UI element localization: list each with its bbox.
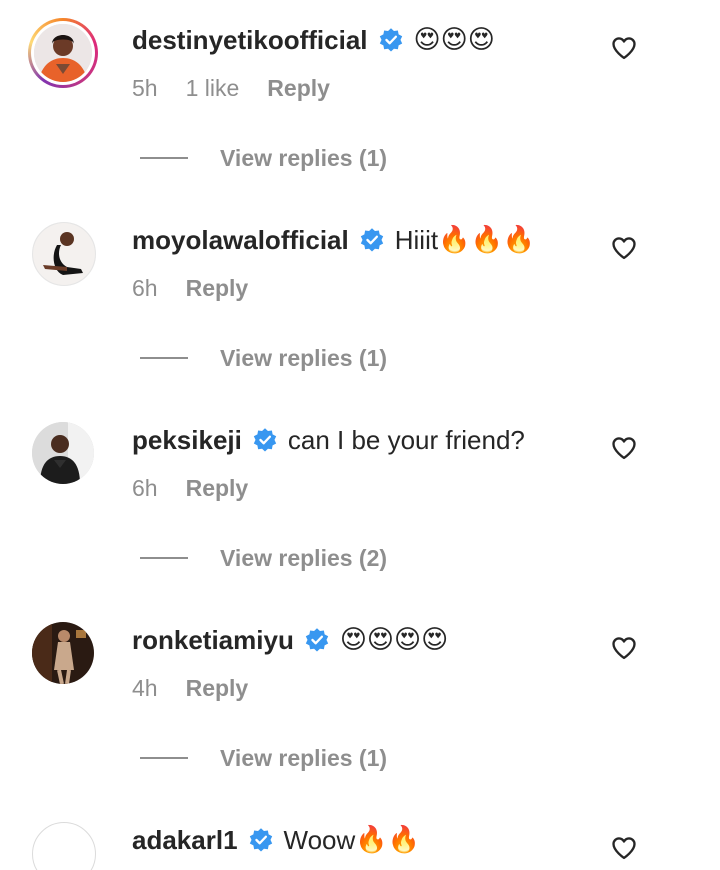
heart-outline-icon[interactable] — [610, 34, 638, 62]
view-replies-row[interactable]: View replies (1) — [140, 140, 387, 176]
replies-divider — [140, 357, 188, 359]
comment-emoji: 🔥🔥 — [355, 825, 421, 855]
comment-item: moyolawalofficial Hiiit 🔥🔥🔥 6h Reply Vie… — [0, 200, 720, 400]
timestamp: 4h — [132, 674, 158, 701]
username[interactable]: adakarl1 — [132, 825, 238, 856]
reply-button[interactable]: Reply — [186, 675, 249, 702]
comment-text: can I be your friend? — [287, 424, 525, 455]
verified-badge-icon — [253, 428, 277, 452]
comment-text: Hiiit — [394, 224, 439, 255]
comment-meta: 6h Reply — [132, 270, 248, 306]
comment-meta: 5h 1 like Reply — [132, 70, 330, 106]
comment-emoji: 😍😍😍 — [413, 25, 495, 55]
view-replies-row[interactable]: View replies (1) — [140, 740, 387, 776]
comment-item: adakarl1 Woow 🔥🔥 — [0, 800, 720, 870]
comment-item: peksikeji can I be your friend? 6h Reply… — [0, 400, 720, 600]
verified-badge-icon — [249, 828, 272, 852]
view-replies-button[interactable]: View replies (1) — [220, 145, 387, 172]
comment-text: Woow — [283, 824, 356, 855]
timestamp: 6h — [132, 474, 158, 501]
avatar[interactable] — [28, 418, 98, 488]
comment-line: adakarl1 Woow 🔥🔥 — [132, 818, 420, 862]
comment-line: destinyetikoofficial 😍😍😍 — [132, 18, 495, 62]
reply-button[interactable]: Reply — [186, 275, 249, 302]
username[interactable]: destinyetikoofficial — [132, 25, 368, 56]
reply-button[interactable]: Reply — [186, 475, 249, 502]
comment-meta: 4h Reply — [132, 670, 248, 706]
avatar-image — [32, 622, 94, 684]
comment-line: peksikeji can I be your friend? — [132, 418, 525, 462]
comment-item: destinyetikoofficial 😍😍😍 5h 1 like Reply… — [0, 0, 720, 200]
verified-badge-icon — [379, 28, 402, 52]
avatar-image — [32, 422, 94, 484]
heart-outline-icon[interactable] — [610, 234, 638, 262]
avatar-image — [34, 24, 92, 82]
username[interactable]: moyolawalofficial — [132, 225, 349, 256]
view-replies-button[interactable]: View replies (2) — [220, 545, 387, 572]
view-replies-button[interactable]: View replies (1) — [220, 745, 387, 772]
comment-emoji: 😍😍😍😍 — [339, 625, 449, 655]
view-replies-row[interactable]: View replies (2) — [140, 540, 387, 576]
comment-line: ronketiamiyu 😍😍😍😍 — [132, 618, 448, 662]
heart-outline-icon[interactable] — [610, 834, 638, 862]
comment-emoji: 🔥🔥🔥 — [438, 225, 536, 255]
comment-item: ronketiamiyu 😍😍😍😍 4h Reply View replies … — [0, 600, 720, 800]
replies-divider — [140, 557, 188, 559]
heart-outline-icon[interactable] — [610, 634, 638, 662]
view-replies-button[interactable]: View replies (1) — [220, 345, 387, 372]
heart-outline-icon[interactable] — [610, 434, 638, 462]
avatar[interactable] — [28, 818, 98, 870]
verified-badge-icon — [305, 628, 329, 652]
avatar[interactable] — [28, 218, 98, 288]
timestamp: 5h — [132, 74, 158, 101]
avatar-image — [32, 222, 96, 286]
avatar[interactable] — [28, 618, 98, 688]
replies-divider — [140, 757, 188, 759]
reply-button[interactable]: Reply — [267, 75, 330, 102]
comment-meta: 6h Reply — [132, 470, 248, 506]
username[interactable]: ronketiamiyu — [132, 625, 294, 656]
verified-badge-icon — [360, 228, 383, 252]
comment-line: moyolawalofficial Hiiit 🔥🔥🔥 — [132, 218, 535, 262]
replies-divider — [140, 157, 188, 159]
username[interactable]: peksikeji — [132, 425, 242, 456]
like-count[interactable]: 1 like — [186, 75, 240, 102]
avatar[interactable] — [28, 18, 98, 88]
avatar-image — [32, 822, 96, 870]
view-replies-row[interactable]: View replies (1) — [140, 340, 387, 376]
timestamp: 6h — [132, 274, 158, 301]
